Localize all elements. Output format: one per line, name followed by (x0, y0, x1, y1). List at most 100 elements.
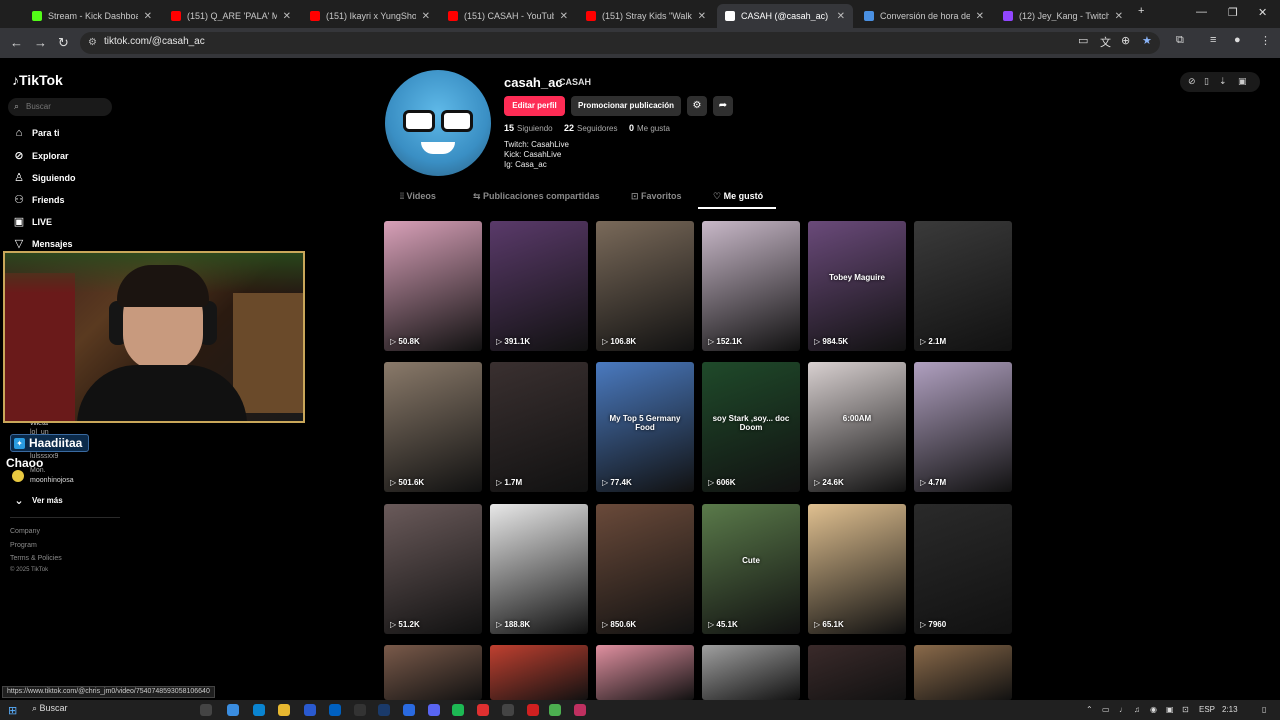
footer-link[interactable]: Program (10, 542, 37, 549)
maximize-icon[interactable]: ❐ (1228, 6, 1238, 19)
browser-menu-icon[interactable]: ⋮ (1260, 34, 1271, 47)
browser-tab[interactable]: (151) Ikayri x YungShori x ✕ (302, 4, 438, 28)
video-thumbnail[interactable] (808, 645, 906, 700)
video-thumbnail[interactable]: soy Stark ,soy... doc Doom ▷ 606K (702, 362, 800, 492)
video-thumbnail[interactable]: ▷ 7960 (914, 504, 1012, 634)
language-indicator[interactable]: ESP (1199, 705, 1215, 714)
app-icon[interactable] (477, 704, 489, 716)
tab-close-icon[interactable]: ✕ (698, 11, 706, 22)
sidebar-item-siguiendo[interactable]: ♙ Siguiendo (12, 171, 75, 184)
zoom-icon[interactable]: ⊕ (1121, 34, 1130, 47)
promote-post-button[interactable]: Promocionar publicación (571, 96, 681, 116)
reload-icon[interactable]: ↻ (58, 35, 69, 51)
search-input[interactable]: ⌕ Buscar (8, 98, 112, 116)
outlook-icon[interactable] (329, 704, 341, 716)
address-bar[interactable]: ⚙ tiktok.com/@casah_ac (80, 32, 1160, 54)
video-thumbnail[interactable] (702, 645, 800, 700)
mic-icon[interactable]: ♩ (1119, 705, 1127, 714)
sidebar-item-explorar[interactable]: ⊘ Explorar (12, 149, 68, 162)
video-thumbnail[interactable]: ▷ 4.7M (914, 362, 1012, 492)
taskbar-search[interactable]: ⌕ Buscar (32, 703, 68, 714)
video-thumbnail[interactable]: My Top 5 Germany Food ▷ 77.4K (596, 362, 694, 492)
app-icon[interactable] (574, 704, 586, 716)
tab-reposts[interactable]: ⇆ Publicaciones compartidas (473, 191, 600, 202)
video-thumbnail[interactable] (384, 645, 482, 700)
video-thumbnail[interactable] (596, 645, 694, 700)
video-thumbnail[interactable]: ▷ 391.1K (490, 221, 588, 351)
edit-profile-button[interactable]: Editar perfil (504, 96, 565, 116)
profile-avatar[interactable] (385, 70, 491, 176)
video-thumbnail[interactable] (914, 645, 1012, 700)
tab-close-icon[interactable]: ✕ (560, 11, 568, 22)
app-icon[interactable] (527, 704, 539, 716)
bookmark-star-icon[interactable]: ★ (1142, 34, 1152, 47)
tray-icon[interactable]: ⊡ (1182, 705, 1189, 714)
sidebar-item-live[interactable]: ▣ LIVE (12, 215, 52, 228)
video-thumbnail[interactable]: ▷ 1.7M (490, 362, 588, 492)
video-thumbnail[interactable]: ▷ 501.6K (384, 362, 482, 492)
spotify-icon[interactable] (452, 704, 464, 716)
followers-stat[interactable]: 22 Seguidores (564, 123, 618, 133)
forward-icon[interactable]: → (34, 35, 47, 50)
tab-close-icon[interactable]: ✕ (144, 11, 152, 22)
tab-close-icon[interactable]: ✕ (283, 11, 291, 22)
translate-icon[interactable]: 文 (1100, 34, 1111, 50)
tiktok-logo[interactable]: ♪TikTok (12, 72, 63, 88)
tray-chevron-icon[interactable]: ⌃ (1086, 705, 1093, 714)
inbox-icon[interactable]: ▣ (1238, 76, 1247, 87)
close-window-icon[interactable]: ✕ (1258, 6, 1267, 19)
download-icon[interactable]: ⇣ (1219, 76, 1227, 87)
share-icon[interactable]: ➦ (713, 96, 733, 116)
volume-icon[interactable]: ♫ (1134, 705, 1140, 714)
tab-liked[interactable]: ♡ Me gustó (713, 191, 763, 202)
task-view-icon[interactable] (200, 704, 212, 716)
video-thumbnail[interactable]: ▷ 850.6K (596, 504, 694, 634)
edge-icon[interactable] (253, 704, 265, 716)
profile-avatar-icon[interactable]: ● (1234, 34, 1241, 46)
app-icon[interactable] (403, 704, 415, 716)
video-thumbnail[interactable]: 6:00AM ▷ 24.6K (808, 362, 906, 492)
tab-close-icon[interactable]: ✕ (1115, 11, 1123, 22)
see-more-link[interactable]: ⌄ Ver más (12, 494, 62, 507)
chrome-icon[interactable] (549, 704, 561, 716)
sidebar-item-mensajes[interactable]: ▽ Mensajes (12, 237, 73, 250)
browser-tab[interactable]: Stream - Kick Dashboard ✕ (24, 4, 160, 28)
video-thumbnail[interactable]: ▷ 2.1M (914, 221, 1012, 351)
tab-videos[interactable]: ⦙⦙ Videos (400, 191, 436, 202)
tab-close-icon[interactable]: ✕ (976, 11, 984, 22)
tray-icon[interactable]: ▣ (1166, 705, 1174, 714)
following-stat[interactable]: 15 Siguiendo (504, 123, 553, 133)
new-tab-button[interactable]: + (1138, 5, 1144, 17)
sidebar-item-para-ti[interactable]: ⌂ Para ti (12, 127, 60, 139)
footer-link[interactable]: Terms & Policies (10, 555, 62, 562)
settings-gear-icon[interactable]: ⚙ (687, 96, 707, 116)
tray-icon[interactable]: ▭ (1102, 705, 1110, 714)
browser-tab[interactable]: CASAH (@casah_ac) | TikT ✕ (717, 4, 853, 28)
browser-tab[interactable]: Conversión de hora de Sa ✕ (856, 4, 992, 28)
discord-icon[interactable] (428, 704, 440, 716)
video-thumbnail[interactable]: ▷ 152.1K (702, 221, 800, 351)
footer-link[interactable]: Company (10, 528, 40, 535)
copilot-icon[interactable] (227, 704, 239, 716)
tray-icon[interactable]: ◉ (1150, 705, 1157, 714)
back-icon[interactable]: ← (10, 35, 23, 50)
browser-tab[interactable]: (151) Q_ARE 'PALA' MV P ✕ (163, 4, 299, 28)
followed-account-avatar[interactable] (12, 470, 24, 482)
site-info-icon[interactable]: ⚙ (88, 37, 97, 48)
app-icon[interactable] (354, 704, 366, 716)
video-thumbnail[interactable]: Tobey Maguire ▷ 984.5K (808, 221, 906, 351)
clock[interactable]: 2:13 (1222, 705, 1238, 714)
app-icon[interactable] (378, 704, 390, 716)
browser-tab[interactable]: (151) Stray Kids "Walkin O ✕ (578, 4, 714, 28)
upload-icon[interactable]: ⊘ (1188, 76, 1196, 87)
video-thumbnail[interactable]: ▷ 65.1K (808, 504, 906, 634)
extensions-icon[interactable]: ⧉ (1176, 34, 1184, 47)
windows-start-icon[interactable]: ⊞ (8, 704, 17, 717)
browser-tab[interactable]: (151) CASAH - YouTube ✕ (440, 4, 576, 28)
video-thumbnail[interactable]: Cute ▷ 45.1K (702, 504, 800, 634)
tab-search-icon[interactable]: ≡ (1210, 34, 1216, 46)
cast-icon[interactable]: ▭ (1078, 34, 1088, 47)
minimize-icon[interactable]: — (1196, 6, 1207, 18)
video-thumbnail[interactable]: ▷ 51.2K (384, 504, 482, 634)
app-icon[interactable] (502, 704, 514, 716)
